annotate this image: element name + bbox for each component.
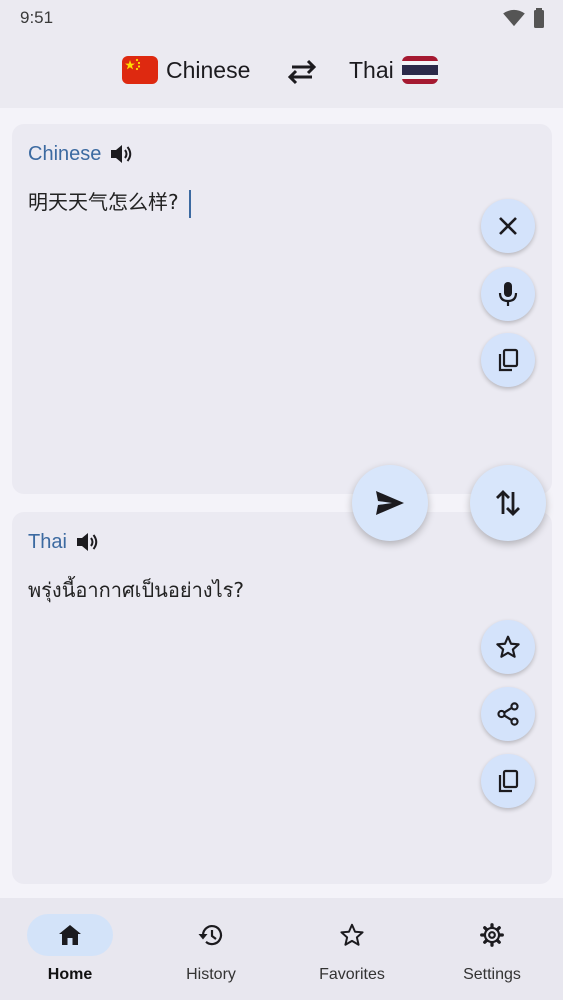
- thailand-flag-icon: [401, 56, 438, 84]
- nav-history-pill: [168, 914, 254, 956]
- battery-icon: [534, 8, 544, 28]
- nav-item-settings[interactable]: Settings: [422, 914, 562, 984]
- speaker-icon[interactable]: [109, 142, 135, 166]
- copy-source-button[interactable]: [481, 333, 535, 387]
- close-icon: [499, 217, 517, 235]
- copy-icon: [498, 348, 519, 372]
- target-card-header: Thai: [28, 530, 101, 554]
- china-flag-icon: [122, 56, 158, 84]
- favorite-button[interactable]: [481, 620, 535, 674]
- source-language-selector[interactable]: Chinese: [122, 56, 250, 84]
- source-language-label: Chinese: [166, 56, 251, 83]
- target-card-language: Thai: [28, 530, 67, 553]
- home-icon: [59, 925, 81, 945]
- target-language-label: Thai: [349, 56, 394, 83]
- send-icon: [376, 491, 404, 515]
- nav-label-home: Home: [47, 966, 93, 983]
- target-language-selector[interactable]: Thai: [349, 56, 438, 84]
- nav-settings-pill: [449, 914, 535, 956]
- swap-languages-button[interactable]: [284, 54, 320, 90]
- copy-icon: [498, 769, 519, 793]
- speaker-icon[interactable]: [75, 530, 101, 554]
- microphone-icon: [498, 282, 518, 306]
- source-card: Chinese 明天天气怎么样?: [12, 124, 552, 494]
- source-card-language: Chinese: [28, 142, 102, 165]
- clear-button[interactable]: [481, 199, 535, 253]
- text-cursor: [188, 189, 191, 218]
- gear-icon: [480, 923, 504, 947]
- nav-item-home[interactable]: Home: [0, 914, 140, 984]
- share-icon: [497, 702, 519, 726]
- nav-label-history: History: [186, 966, 236, 983]
- star-icon: [496, 635, 520, 658]
- status-time: 9:51: [20, 8, 54, 27]
- copy-translation-button[interactable]: [481, 754, 535, 808]
- target-card: Thai พรุ่งนี้อากาศเป็นอย่างไร?: [12, 512, 552, 884]
- swap-text-button[interactable]: [470, 465, 546, 541]
- nav-label-favorites: Favorites: [319, 966, 385, 983]
- translate-button[interactable]: [352, 465, 428, 541]
- nav-item-history[interactable]: History: [141, 914, 281, 984]
- swap-vert-icon: [496, 490, 520, 516]
- nav-label-settings: Settings: [463, 966, 521, 983]
- source-text: 明天天气怎么样?: [28, 190, 179, 214]
- nav-home-pill: [27, 914, 113, 956]
- nav-favorites-pill: [309, 914, 395, 956]
- source-card-header: Chinese: [28, 142, 135, 166]
- status-icons: [503, 8, 545, 28]
- bottom-navigation: Home History Favorites Settings: [0, 898, 563, 1000]
- swap-horiz-icon: [287, 59, 317, 85]
- microphone-button[interactable]: [481, 267, 535, 321]
- source-text-input[interactable]: 明天天气怎么样?: [28, 186, 191, 218]
- translated-text: พรุ่งนี้อากาศเป็นอย่างไร?: [28, 578, 244, 602]
- language-header: Chinese Thai: [0, 36, 563, 108]
- nav-item-favorites[interactable]: Favorites: [282, 914, 422, 984]
- wifi-icon: [503, 9, 525, 27]
- status-bar: 9:51: [0, 0, 563, 36]
- star-icon: [340, 923, 364, 946]
- history-icon: [198, 925, 223, 946]
- share-button[interactable]: [481, 687, 535, 741]
